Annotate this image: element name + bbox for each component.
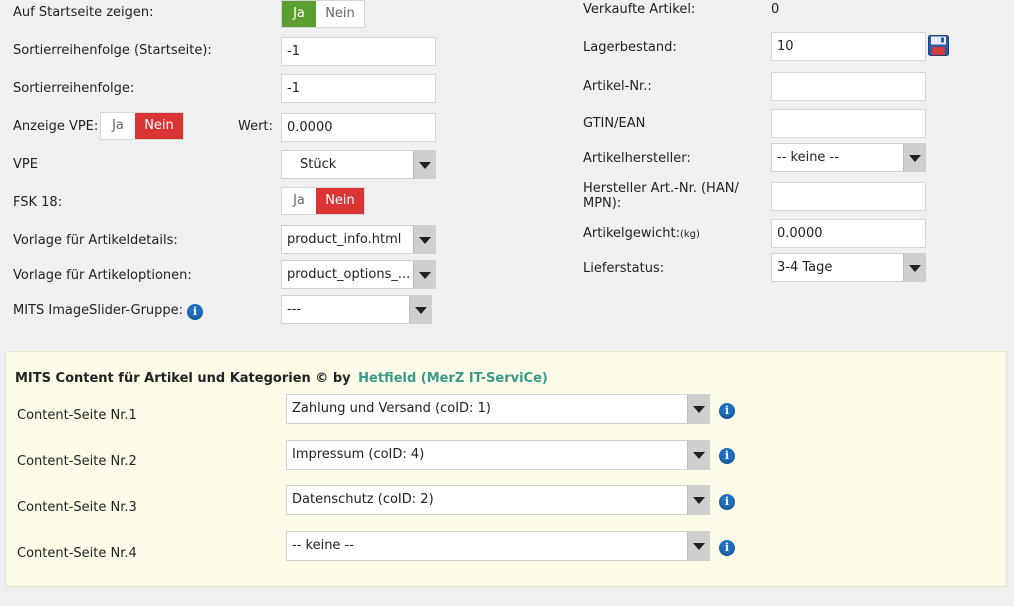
mits-author-link[interactable]: Hetfield (MerZ IT-ServiCe): [358, 371, 548, 386]
content-page-4-select[interactable]: -- keine --: [286, 531, 710, 561]
chevron-down-icon[interactable]: [687, 395, 709, 423]
content-page-3-value: Datenschutz (coID: 2): [292, 492, 434, 507]
info-icon[interactable]: i: [719, 403, 735, 419]
tpl-details-select[interactable]: product_info.html: [281, 225, 436, 254]
artnr-input[interactable]: [771, 72, 926, 101]
vpe-select-value: Stück: [300, 157, 337, 172]
info-icon[interactable]: i: [719, 448, 735, 464]
han-input[interactable]: [771, 182, 926, 211]
han-label-line1: Hersteller Art.-Nr. (HAN/: [583, 181, 739, 196]
vpe-show-yes-button[interactable]: Ja: [101, 113, 135, 139]
weight-label-text: Artikelgewicht:: [583, 226, 680, 241]
fsk-yes-button[interactable]: Ja: [282, 188, 316, 214]
stock-label: Lagerbestand:: [583, 40, 677, 55]
weight-input[interactable]: 0.0000: [771, 219, 926, 248]
imageslider-value: ---: [287, 302, 302, 317]
content-page-2-select[interactable]: Impressum (coID: 4): [286, 440, 710, 470]
content-page-4-value: -- keine --: [292, 538, 354, 553]
chevron-down-icon[interactable]: [409, 296, 431, 323]
tpl-options-select[interactable]: product_options_...: [281, 260, 436, 289]
wert-label: Wert:: [238, 119, 273, 134]
sold-label: Verkaufte Artikel:: [583, 2, 696, 17]
startseite-toggle[interactable]: Ja Nein: [281, 0, 365, 28]
sort-start-label: Sortierreihenfolge (Startseite):: [13, 43, 212, 58]
weight-unit: (kg): [679, 229, 700, 240]
vpe-label: VPE: [13, 157, 38, 172]
vpe-show-label: Anzeige VPE:: [13, 119, 99, 134]
mits-title: MITS Content für Artikel und Kategorien …: [15, 371, 548, 386]
chevron-down-icon[interactable]: [687, 486, 709, 514]
imageslider-label: MITS ImageSlider-Gruppe:: [13, 303, 184, 318]
sort-input[interactable]: -1: [281, 74, 436, 103]
info-icon[interactable]: i: [187, 304, 203, 320]
chevron-down-icon[interactable]: [413, 151, 435, 178]
gtin-label: GTIN/EAN: [583, 116, 646, 131]
content-page-1-label: Content-Seite Nr.1: [17, 408, 137, 423]
chevron-down-icon[interactable]: [903, 144, 925, 171]
vpe-show-toggle[interactable]: Ja Nein: [100, 112, 184, 140]
sold-value: 0: [771, 2, 780, 17]
floppy-disk-icon[interactable]: [928, 35, 949, 56]
chevron-down-icon[interactable]: [413, 261, 435, 288]
tpl-details-value: product_info.html: [287, 232, 402, 247]
content-page-1-value: Zahlung und Versand (coID: 1): [292, 401, 491, 416]
chevron-down-icon[interactable]: [687, 441, 709, 469]
chevron-down-icon[interactable]: [903, 254, 925, 281]
sort-start-input[interactable]: -1: [281, 37, 436, 66]
content-page-4-label: Content-Seite Nr.4: [17, 546, 137, 561]
tpl-details-label: Vorlage für Artikeldetails:: [13, 233, 178, 248]
han-label-line2: MPN):: [583, 196, 622, 211]
content-page-3-label: Content-Seite Nr.3: [17, 500, 137, 515]
manufacturer-select[interactable]: -- keine --: [771, 143, 926, 172]
manufacturer-label: Artikelhersteller:: [583, 151, 691, 166]
manufacturer-value: -- keine --: [777, 150, 839, 165]
info-icon[interactable]: i: [719, 540, 735, 556]
stock-input[interactable]: 10: [771, 32, 926, 61]
delivery-label: Lieferstatus:: [583, 261, 665, 276]
artnr-label: Artikel-Nr.:: [583, 79, 652, 94]
delivery-select[interactable]: 3-4 Tage: [771, 253, 926, 282]
delivery-value: 3-4 Tage: [777, 260, 833, 275]
content-page-2-label: Content-Seite Nr.2: [17, 454, 137, 469]
chevron-down-icon[interactable]: [687, 532, 709, 560]
mits-title-text: MITS Content für Artikel und Kategorien …: [15, 371, 351, 386]
startseite-no-button[interactable]: Nein: [316, 1, 364, 27]
mits-content-panel: MITS Content für Artikel und Kategorien …: [5, 351, 1007, 587]
fsk-label: FSK 18:: [13, 195, 63, 210]
info-icon[interactable]: i: [719, 494, 735, 510]
tpl-options-label: Vorlage für Artikeloptionen:: [13, 268, 192, 283]
fsk-no-button[interactable]: Nein: [316, 188, 364, 214]
chevron-down-icon[interactable]: [413, 226, 435, 253]
startseite-label: Auf Startseite zeigen:: [13, 5, 154, 20]
imageslider-select[interactable]: ---: [281, 295, 432, 324]
wert-input[interactable]: 0.0000: [281, 113, 436, 142]
content-page-1-select[interactable]: Zahlung und Versand (coID: 1): [286, 394, 710, 424]
content-page-3-select[interactable]: Datenschutz (coID: 2): [286, 485, 710, 515]
content-page-2-value: Impressum (coID: 4): [292, 447, 425, 462]
gtin-input[interactable]: [771, 109, 926, 138]
tpl-options-value: product_options_...: [287, 267, 411, 282]
vpe-show-no-button[interactable]: Nein: [135, 113, 183, 139]
weight-label: Artikelgewicht:(kg): [583, 226, 700, 241]
vpe-select[interactable]: Stück: [281, 150, 436, 179]
sort-label: Sortierreihenfolge:: [13, 81, 135, 96]
fsk-toggle[interactable]: Ja Nein: [281, 187, 365, 215]
startseite-yes-button[interactable]: Ja: [282, 1, 316, 27]
